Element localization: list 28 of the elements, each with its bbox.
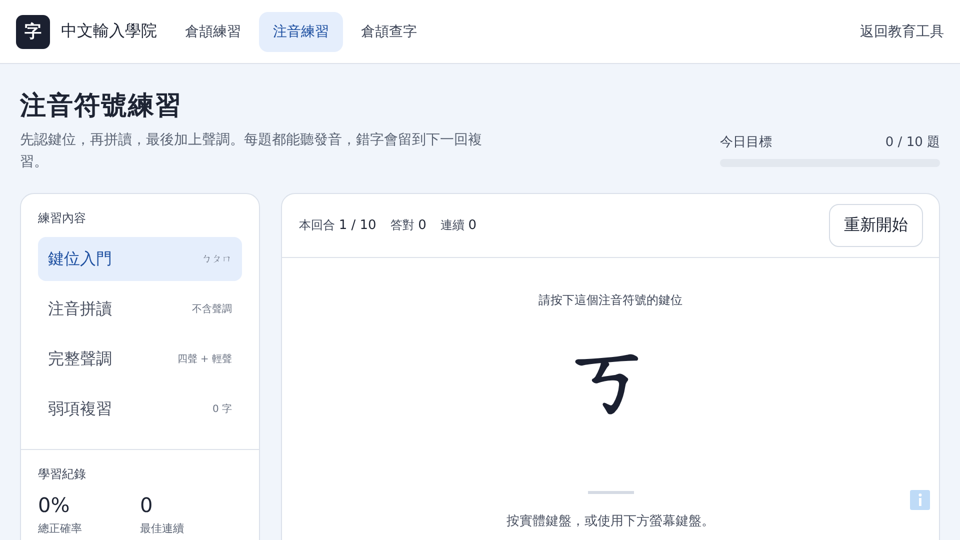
section-title: 練習內容	[38, 210, 87, 227]
goal-label: 今日目標	[720, 134, 772, 151]
prompt-text: 請按下這個注音符號的鍵位	[538, 292, 682, 309]
lesson-item[interactable]: 弱項複習 0 字	[38, 387, 242, 431]
stat-label: 總正確率	[38, 521, 83, 536]
nav-tab[interactable]: 倉頡查字	[347, 12, 431, 52]
nav-tab[interactable]: 注音練習	[259, 12, 343, 52]
page-title: 注音符號練習	[20, 90, 183, 123]
lesson-item[interactable]: 完整聲調 四聲 + 輕聲	[38, 337, 242, 381]
back-link[interactable]: 返回教育工具	[860, 22, 944, 40]
zhuyin-symbol: ㄎ	[569, 339, 652, 421]
restart-button[interactable]: 重新開始	[829, 204, 923, 247]
round-stat: 答對 0	[390, 217, 426, 234]
round-stat: 連續 0	[440, 217, 477, 234]
stat-value: 0%	[38, 493, 71, 517]
stat-label: 最佳連續	[140, 521, 185, 536]
info-icon[interactable]	[910, 490, 930, 510]
section-title: 學習紀錄	[38, 466, 87, 483]
site-name: 中文輸入學院	[61, 21, 157, 42]
lesson-item[interactable]: 注音拼讀 不含聲調	[38, 287, 242, 331]
lesson-item[interactable]: 鍵位入門 ㄅㄆㄇ	[38, 237, 242, 281]
stat-value: 0	[140, 493, 154, 517]
keyboard-hint: 按實體鍵盤，或使用下方螢幕鍵盤。	[506, 513, 714, 530]
page-subtitle: 先認鍵位，再拼讀，最後加上聲調。每題都能聽發音，錯字會留到下一回複習。	[20, 131, 483, 172]
goal-reading: 0 / 10 題	[885, 134, 940, 151]
round-stat: 本回合 1 / 10	[299, 217, 376, 234]
logo-badge: 字	[16, 14, 50, 48]
nav-tab[interactable]: 倉頡練習	[171, 12, 255, 52]
